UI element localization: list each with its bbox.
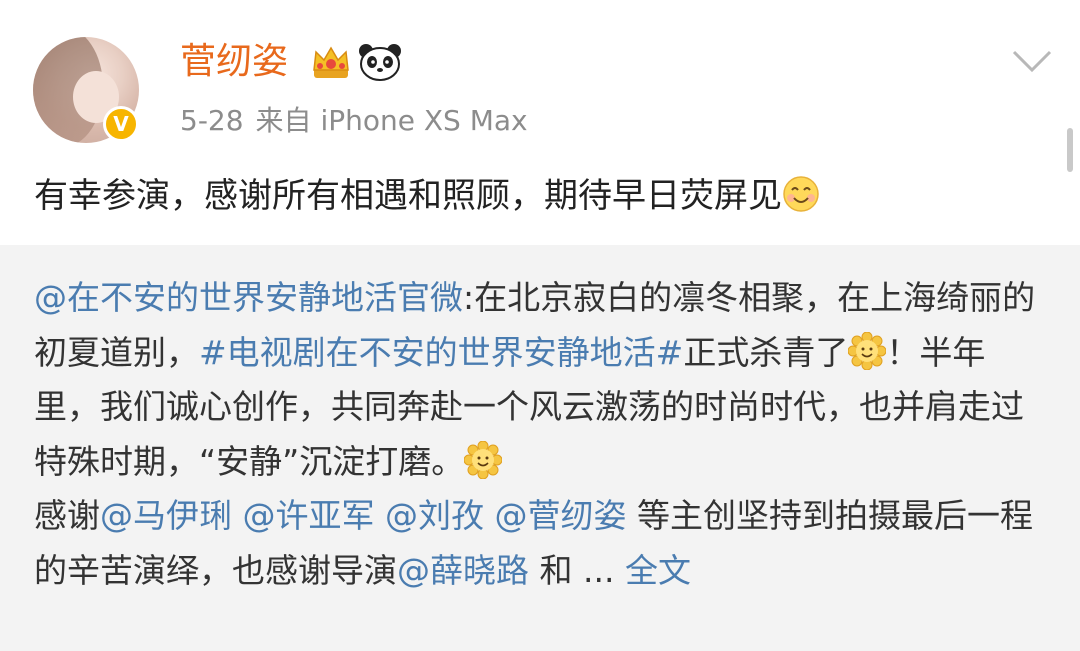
post-date: 5-28 [180,104,244,137]
mention-link[interactable]: @刘孜 [385,496,484,535]
crown-icon[interactable] [310,42,352,82]
sun-icon [464,440,503,479]
hashtag-link[interactable]: #电视剧在不安的世界安静地活# [199,333,683,372]
post-meta: 5-28 来自 iPhone XS Max [180,103,540,139]
full-text-link[interactable]: 全文 [625,551,691,590]
repost-seg4: 感谢 [34,496,100,535]
post-text: 有幸参演，感谢所有相遇和照顾，期待早日荧屏见 [34,170,820,222]
post-header: V 菅纫姿 5-28 来自 iPhone XS Max 有幸参演，感谢所有相遇和照… [0,0,1080,245]
repost-author-link[interactable]: @在不安的世界安静地活官微 [34,278,463,317]
smile-icon [783,176,819,212]
repost-card[interactable]: @在不安的世界安静地活官微:在北京寂白的凛冬相聚，在上海绮丽的初夏道别，#电视剧… [0,245,1080,651]
repost-seg6: 和 ... [529,550,625,590]
mention-link[interactable]: @薛晓路 [397,551,529,590]
verified-badge-icon: V [103,106,139,142]
post-text-content: 有幸参演，感谢所有相遇和照顾，期待早日荧屏见 [34,176,782,216]
post-source: 来自 iPhone XS Max [255,104,528,137]
chevron-down-icon[interactable] [1008,44,1056,78]
repost-text: @在不安的世界安静地活官微:在北京寂白的凛冬相聚，在上海绮丽的初夏道别，#电视剧… [34,271,1044,598]
repost-seg2: 正式杀青了 [683,332,849,372]
mention-link[interactable]: @马伊琍 [100,496,232,535]
mention-link[interactable]: @许亚军 [243,496,375,535]
panda-icon[interactable] [358,42,402,82]
username[interactable]: 菅纫姿 [180,40,288,84]
mention-link[interactable]: @菅纫姿 [495,496,627,535]
scrollbar[interactable] [1067,128,1073,172]
sun-icon [848,331,887,370]
